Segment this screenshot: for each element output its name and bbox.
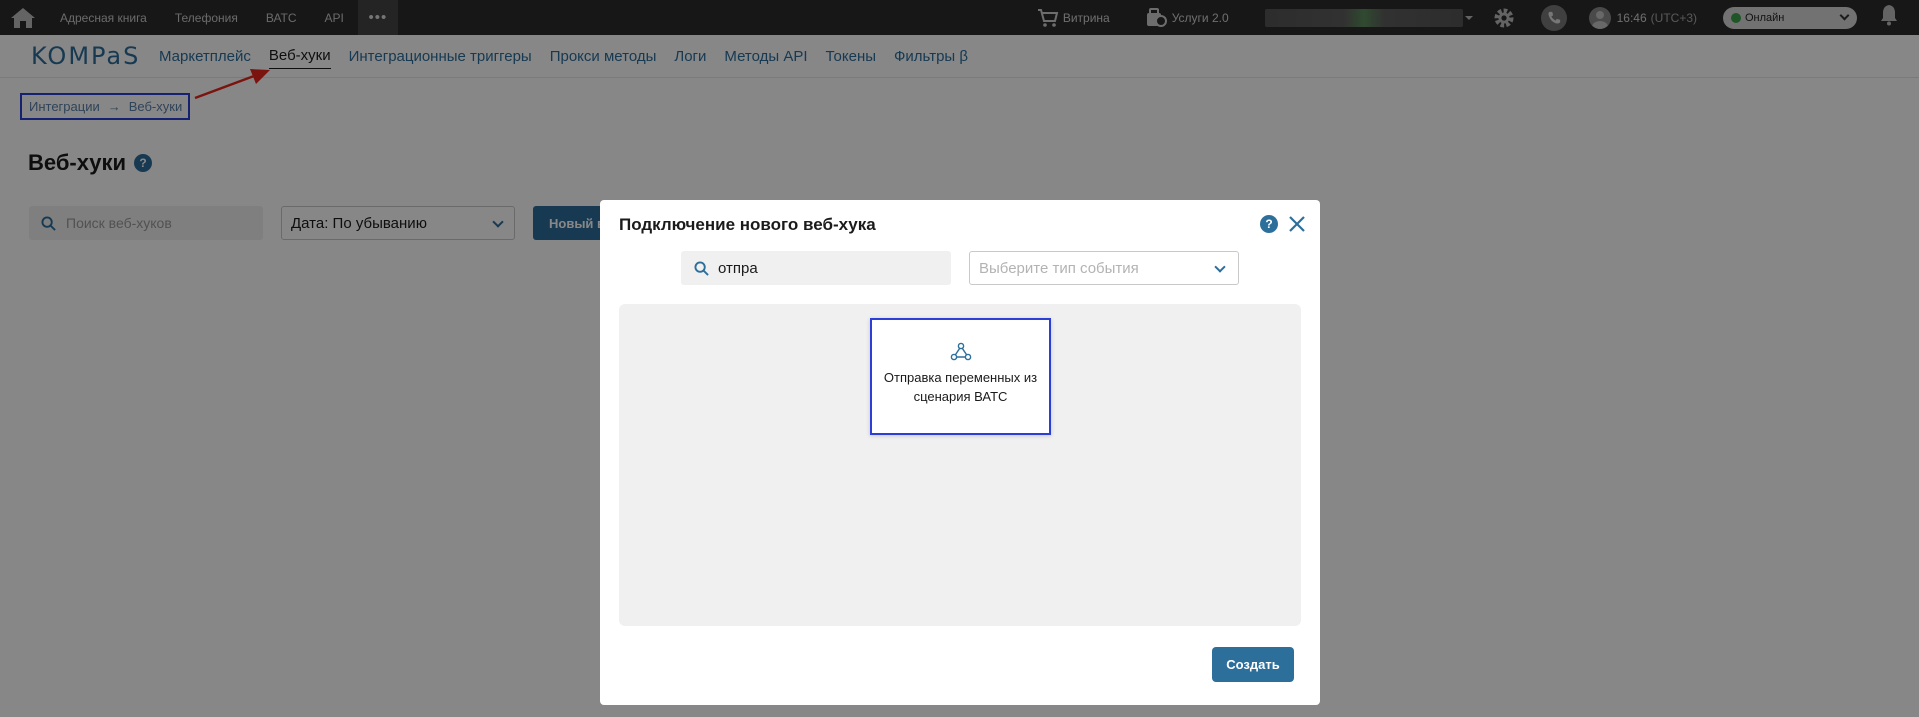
search-icon [694, 260, 709, 276]
event-search-input[interactable]: отпра [681, 251, 951, 285]
modal-title: Подключение нового веб-хука [619, 215, 876, 234]
webhook-icon [950, 342, 971, 361]
event-cards-area: Отправка переменных из сценария ВАТС [619, 304, 1301, 626]
new-webhook-modal: Подключение нового веб-хука ? отпра Выбе… [600, 200, 1320, 705]
event-type-placeholder: Выберите тип события [979, 259, 1139, 277]
event-card[interactable]: Отправка переменных из сценария ВАТС [870, 318, 1051, 435]
event-type-select[interactable]: Выберите тип события [969, 251, 1239, 285]
help-icon[interactable]: ? [1260, 215, 1278, 233]
chevron-down-icon [1214, 261, 1226, 273]
event-card-label: Отправка переменных из сценария ВАТС [883, 370, 1038, 404]
create-button[interactable]: Создать [1212, 647, 1294, 682]
close-icon[interactable] [1286, 213, 1308, 235]
event-search-value: отпра [718, 259, 758, 277]
